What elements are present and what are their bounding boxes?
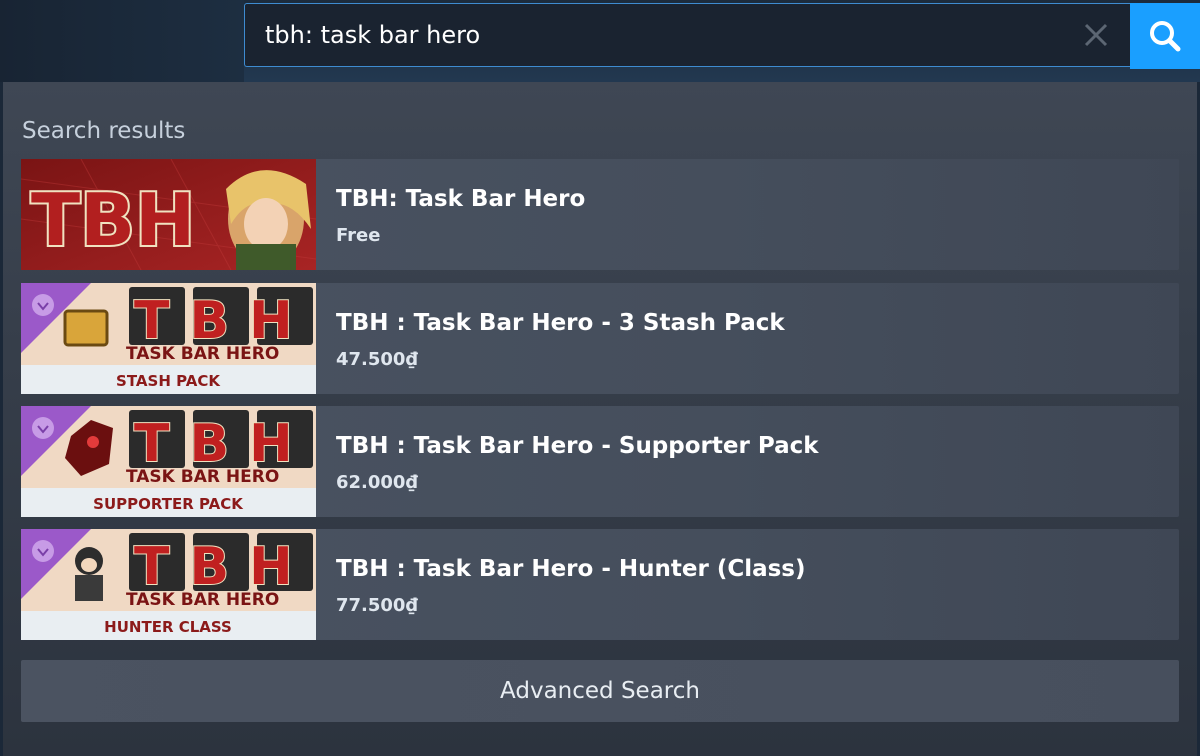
search-result-item[interactable]: TBH TASK BAR HERO HUNTER CLASS TBH : Tas… — [21, 529, 1179, 640]
search-button[interactable] — [1130, 3, 1200, 69]
result-title: TBH: Task Bar Hero — [336, 186, 586, 212]
search-icon — [1150, 21, 1181, 52]
result-price: 77.500₫ — [336, 595, 418, 616]
search-result-item[interactable]: TBH TASK BAR HERO SUPPORTER PACK TBH : T… — [21, 406, 1179, 517]
results-heading: Search results — [22, 118, 186, 144]
result-price: 47.500₫ — [336, 349, 418, 370]
svg-text:HUNTER CLASS: HUNTER CLASS — [104, 618, 232, 636]
svg-text:TASK BAR HERO: TASK BAR HERO — [126, 467, 279, 487]
result-price: Free — [336, 225, 381, 246]
result-price: 62.000₫ — [336, 472, 418, 493]
result-thumbnail: TBH TASK BAR HERO HUNTER CLASS — [21, 529, 316, 640]
result-thumbnail: TBH — [21, 159, 316, 270]
search-result-item[interactable]: TBH TASK BAR HERO STASH PACK TBH : Task … — [21, 283, 1179, 394]
svg-text:TASK BAR HERO: TASK BAR HERO — [126, 590, 279, 610]
result-thumbnail: TBH TASK BAR HERO STASH PACK — [21, 283, 316, 394]
top-bar-left — [0, 0, 244, 82]
search-result-item[interactable]: TBH TBH: Task Bar Hero Free — [21, 159, 1179, 270]
svg-text:SUPPORTER PACK: SUPPORTER PACK — [93, 495, 244, 513]
search-input[interactable] — [265, 4, 1065, 66]
svg-text:TASK BAR HERO: TASK BAR HERO — [126, 344, 279, 364]
svg-text:TBH: TBH — [134, 414, 313, 474]
close-icon[interactable] — [1081, 20, 1111, 50]
svg-text:STASH PACK: STASH PACK — [116, 372, 221, 390]
result-title: TBH : Task Bar Hero - Hunter (Class) — [336, 556, 806, 582]
search-box[interactable] — [244, 3, 1130, 67]
search-results-panel: Search results TBH TBH: Task Bar Hero Fr… — [3, 82, 1197, 756]
advanced-search-button[interactable]: Advanced Search — [21, 660, 1179, 722]
svg-text:TBH: TBH — [31, 178, 195, 262]
svg-text:TBH: TBH — [134, 537, 313, 597]
result-title: TBH : Task Bar Hero - 3 Stash Pack — [336, 310, 785, 336]
result-thumbnail: TBH TASK BAR HERO SUPPORTER PACK — [21, 406, 316, 517]
result-title: TBH : Task Bar Hero - Supporter Pack — [336, 433, 819, 459]
svg-text:TBH: TBH — [134, 291, 313, 351]
